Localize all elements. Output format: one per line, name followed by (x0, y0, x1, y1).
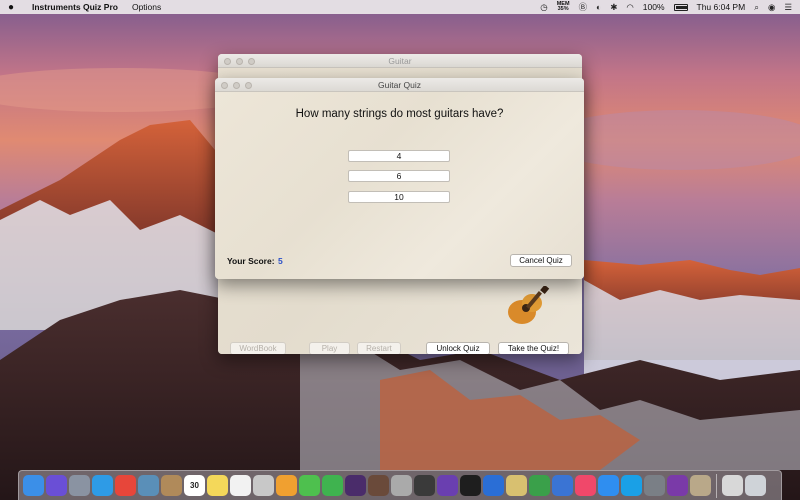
guitar-image (508, 286, 550, 324)
terminal-icon[interactable] (460, 475, 481, 496)
siri-menu-icon[interactable]: ◉ (768, 2, 775, 13)
quiz-zoom-button[interactable] (245, 82, 252, 89)
answer-button-2[interactable]: 6 (348, 170, 450, 182)
quiz-window-title: Guitar Quiz (378, 80, 421, 90)
close-button[interactable] (224, 58, 231, 65)
facetime-icon[interactable] (322, 475, 343, 496)
spotlight-icon[interactable]: ⌕ (754, 2, 759, 13)
minimize-button[interactable] (236, 58, 243, 65)
messages-icon[interactable] (299, 475, 320, 496)
trash-icon[interactable] (745, 475, 766, 496)
preview-icon[interactable] (138, 475, 159, 496)
quiz-window-controls (221, 82, 252, 89)
apple-menu-icon[interactable]: ● (8, 2, 24, 13)
numbers-icon[interactable] (529, 475, 550, 496)
photos-icon[interactable] (276, 475, 297, 496)
memory-value: 35% (557, 6, 569, 12)
restart-button[interactable]: Restart (357, 342, 401, 354)
battery-icon[interactable] (673, 3, 688, 11)
reminders-icon[interactable] (230, 475, 251, 496)
answer-button-3[interactable]: 10 (348, 191, 450, 203)
wordbook-button[interactable]: WordBook (230, 342, 286, 354)
clock-status-icon[interactable]: ◷ (540, 2, 547, 13)
answer-button-1[interactable]: 4 (348, 150, 450, 162)
onenote-icon[interactable] (667, 475, 688, 496)
quiz-window-titlebar[interactable]: Guitar Quiz (215, 78, 584, 92)
safari-icon[interactable] (92, 475, 113, 496)
status-area: ◷ MEM 35% Ⓑ ◐ ✱ ◠ 100% Thu 6:04 PM ⌕ ◉ ☰ (540, 1, 792, 13)
main-button-row: WordBook Play Restart Unlock Quiz Take t… (218, 342, 582, 354)
finder-icon[interactable] (23, 475, 44, 496)
cancel-quiz-button[interactable]: Cancel Quiz (510, 254, 572, 267)
zoom-button[interactable] (248, 58, 255, 65)
music-icon[interactable] (575, 475, 596, 496)
guitar-quiz-window: Guitar Quiz How many strings do most gui… (215, 78, 584, 279)
guitar-window-titlebar[interactable]: Guitar (218, 54, 582, 68)
window-controls (224, 58, 255, 65)
menu-bar: ● Instruments Quiz Pro Options ◷ MEM 35%… (0, 0, 800, 14)
photos-app-icon[interactable] (253, 475, 274, 496)
take-quiz-button[interactable]: Take the Quiz! (498, 342, 569, 354)
keychain-icon[interactable] (391, 475, 412, 496)
battery-percent: 100% (642, 2, 665, 12)
memory-monitor[interactable]: MEM 35% (557, 1, 570, 13)
score-label: Your Score: (227, 256, 275, 266)
wifi-icon[interactable]: ◠ (626, 2, 633, 13)
play-button[interactable]: Play (309, 342, 350, 354)
window-title: Guitar (388, 56, 412, 66)
menu-clock[interactable]: Thu 6:04 PM (697, 2, 746, 12)
itunes-icon[interactable] (345, 475, 366, 496)
quiz-content: How many strings do most guitars have? 4… (215, 92, 584, 279)
b-app-icon[interactable]: Ⓑ (579, 1, 588, 13)
contacts-icon[interactable] (161, 475, 182, 496)
skype-icon[interactable] (621, 475, 642, 496)
downloads-icon[interactable] (722, 475, 743, 496)
keynote-icon[interactable] (552, 475, 573, 496)
system-preferences-icon[interactable] (644, 475, 665, 496)
app-menu[interactable]: Instruments Quiz Pro (32, 2, 118, 12)
xcode-icon[interactable] (483, 475, 504, 496)
unlock-quiz-button[interactable]: Unlock Quiz (426, 342, 490, 354)
chrome-icon[interactable] (115, 475, 136, 496)
imovie-icon[interactable] (437, 475, 458, 496)
photobooth-icon[interactable] (368, 475, 389, 496)
quiz-minimize-button[interactable] (233, 82, 240, 89)
bluetooth-icon[interactable]: ✱ (610, 2, 617, 13)
notification-center-icon[interactable]: ☰ (784, 2, 792, 13)
stickies-icon[interactable] (506, 475, 527, 496)
instruments-app-icon[interactable] (690, 475, 711, 496)
quiz-question: How many strings do most guitars have? (295, 108, 504, 120)
score-value: 5 (278, 256, 283, 266)
menu-extra-icon[interactable]: ◐ (596, 2, 601, 12)
dock-separator (716, 473, 717, 498)
quiz-close-button[interactable] (221, 82, 228, 89)
siri-icon[interactable] (46, 475, 67, 496)
finalcut-icon[interactable] (414, 475, 435, 496)
dock: 30 (18, 470, 782, 500)
appstore-icon[interactable] (598, 475, 619, 496)
launchpad-icon[interactable] (69, 475, 90, 496)
calendar-icon[interactable]: 30 (184, 475, 205, 496)
menu-options[interactable]: Options (132, 2, 161, 12)
notes-icon[interactable] (207, 475, 228, 496)
